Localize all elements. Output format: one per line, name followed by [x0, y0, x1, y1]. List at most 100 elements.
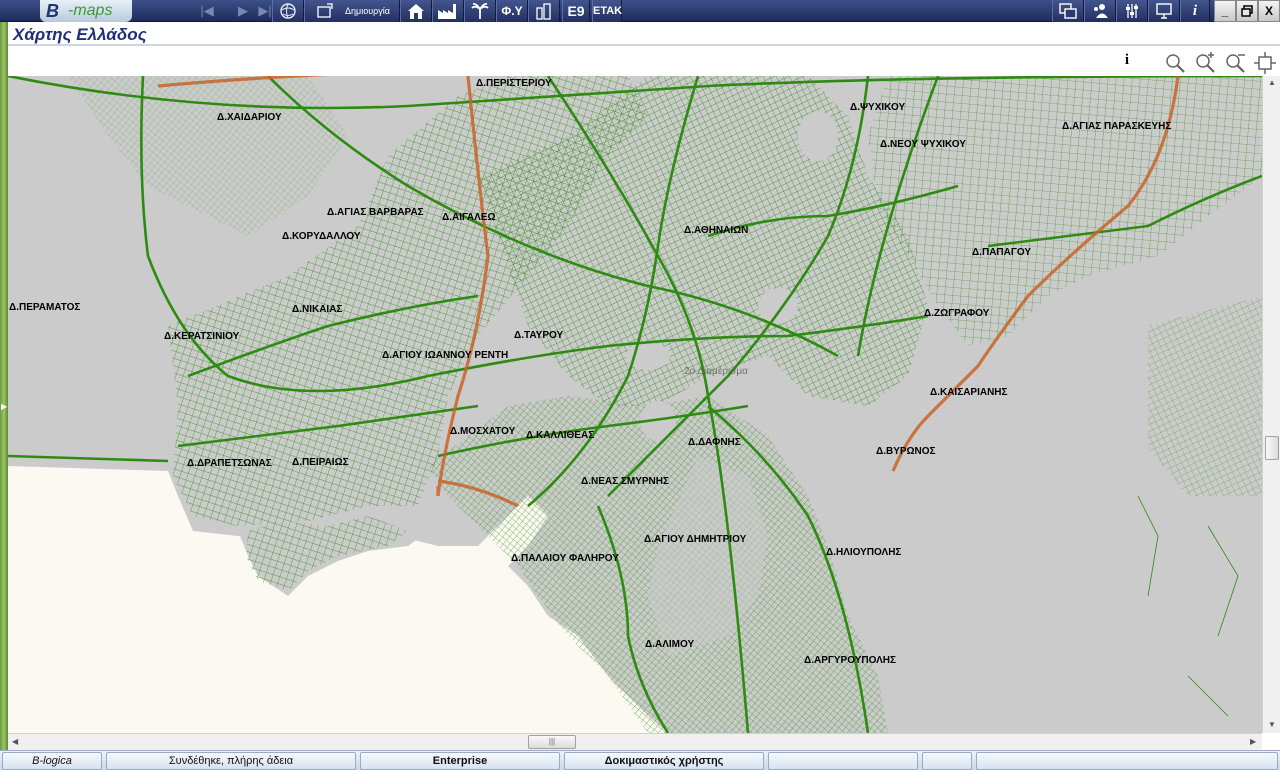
page-title: Χάρτης Ελλάδος [13, 25, 147, 44]
map-label: Δ.ΑΓΙΟΥ ΔΗΜΗΤΡΙΟΥ [644, 534, 747, 545]
map-label: Δ.ΑΙΓΑΛΕΩ [442, 212, 496, 223]
map-label: Δ.ΚΑΙΣΑΡΙΑΝΗΣ [930, 387, 1008, 398]
map-label: Δ.ΑΓΙΑΣ ΠΑΡΑΣΚΕΥΗΣ [1062, 121, 1172, 132]
zoom-button[interactable] [1164, 52, 1186, 74]
home-button[interactable] [400, 0, 432, 22]
logo-prefix: B [46, 1, 59, 21]
globe-button[interactable] [272, 0, 304, 22]
e9-button[interactable]: E9 [562, 0, 590, 22]
buildings-button[interactable] [528, 0, 560, 22]
fy-button[interactable]: Φ.Υ [496, 0, 528, 22]
map-canvas[interactable]: Δ.ΠΕΡΙΣΤΕΡΙΟΥ Δ.ΧΑΙΔΑΡΙΟΥ Δ.ΨΥΧΙΚΟΥ Δ.ΑΓ… [8, 76, 1262, 733]
windows-button[interactable] [1052, 0, 1084, 22]
user-status: Δοκιμαστικός χρήστης [564, 752, 764, 770]
map-label: Δ.ΤΑΥΡΟΥ [514, 330, 564, 341]
zoom-in-icon [1196, 52, 1215, 73]
restore-button[interactable] [1236, 0, 1258, 22]
users-button[interactable] [1084, 0, 1116, 22]
monitor-icon [1156, 3, 1172, 19]
status-cell [768, 752, 918, 770]
new-document-icon [317, 3, 333, 18]
monitor-button[interactable] [1148, 0, 1180, 22]
scroll-down-icon[interactable]: ▼ [1268, 720, 1276, 729]
map-info-label: i [1124, 52, 1130, 68]
vertical-scrollbar[interactable]: ▲ ▼ [1262, 76, 1280, 733]
create-label: Δημιουργία [345, 6, 390, 16]
map-graphics [8, 76, 1262, 733]
map-label: Δ.ΚΕΡΑΤΣΙΝΙΟΥ [164, 331, 240, 342]
map-label: Δ.ΗΛΙΟΥΠΟΛΗΣ [826, 547, 902, 558]
tools-button[interactable] [1116, 0, 1148, 22]
urban-grid-northwest [68, 76, 348, 236]
etak-label: ΕΤΑΚ [593, 5, 623, 17]
map-toolbar: i [8, 48, 1280, 76]
map-label: Δ.ΠΕΡΑΜΑΤΟΣ [9, 302, 81, 313]
palm-tree-icon [471, 2, 489, 19]
factory-button[interactable] [432, 0, 464, 22]
fy-label: Φ.Υ [501, 4, 523, 18]
side-panel-handle[interactable]: ▶ [0, 22, 8, 750]
map-label: Δ.ΚΟΡΥΔΑΛΛΟΥ [282, 231, 361, 242]
full-extent-icon [1254, 52, 1276, 74]
expand-arrow-icon[interactable]: ▶ [1, 402, 7, 411]
map-label: Δ.ΠΕΡΙΣΤΕΡΙΟΥ [476, 78, 552, 89]
windows-icon [1059, 3, 1077, 19]
buildings-icon [536, 3, 551, 20]
horizontal-scrollbar[interactable]: ◀ ||| ▶ [8, 733, 1262, 750]
user-label: Δοκιμαστικός χρήστης [604, 755, 724, 767]
horizontal-scroll-thumb[interactable]: ||| [528, 735, 576, 749]
app-window: B -maps |◀ ▶ ▶| Δημιουργία Φ.Υ E9 ΕΤΑΚ i… [0, 0, 1280, 770]
next-icon[interactable]: ▶ [232, 0, 254, 22]
hymettus-roads [1137, 495, 1239, 717]
status-cell [976, 752, 1278, 770]
magnifier-icon [1166, 54, 1185, 73]
create-button[interactable]: Δημιουργία [304, 0, 400, 22]
connection-label: Συνδέθηκε, πλήρης άδεια [168, 755, 294, 767]
map-label: Δ.ΑΘΗΝΑΙΩΝ [684, 225, 749, 236]
zoom-in-button[interactable] [1194, 52, 1216, 74]
zoom-out-button[interactable] [1224, 52, 1246, 74]
hymettus-mountain [878, 296, 1148, 733]
close-button[interactable]: X [1258, 0, 1280, 22]
map-label: Δ.ΠΑΛΑΙΟΥ ΦΑΛΗΡΟΥ [511, 553, 619, 564]
hill-area [798, 111, 838, 161]
minimize-label: _ [1221, 4, 1229, 18]
e9-label: E9 [567, 3, 585, 19]
map-label: Δ.ΝΕΑΣ ΣΜΥΡΝΗΣ [581, 476, 669, 487]
full-extent-button[interactable] [1254, 52, 1276, 74]
scroll-up-icon[interactable]: ▲ [1268, 78, 1276, 87]
close-label: X [1264, 4, 1273, 18]
scroll-right-icon[interactable]: ▶ [1250, 737, 1256, 746]
map-label: Δ.ΚΑΛΛΙΘΕΑΣ [526, 430, 595, 441]
map-label: Δ.ΝΕΟΥ ΨΥΧΙΚΟΥ [880, 139, 966, 150]
factory-icon [438, 4, 456, 19]
users-icon [1094, 4, 1108, 18]
status-bar: B-logica Συνδέθηκε, πλήρης άδεια Enterpr… [0, 750, 1280, 770]
etak-button[interactable]: ΕΤΑΚ [592, 0, 622, 22]
sliders-icon [1126, 4, 1138, 18]
minimize-button[interactable]: _ [1214, 0, 1236, 22]
map-label: Δ.ΖΩΓΡΑΦΟΥ [924, 308, 990, 319]
map-label: Δ.ΠΑΠΑΓΟΥ [972, 247, 1032, 258]
map-info-button[interactable]: i [1116, 52, 1138, 74]
edition-label: Enterprise [432, 755, 488, 767]
map-label: Δ.ΝΙΚΑΙΑΣ [292, 304, 343, 315]
map-label: Δ.ΑΡΓΥΡΟΥΠΟΛΗΣ [804, 655, 897, 666]
company-badge: B-logica [2, 752, 102, 770]
status-cell [922, 752, 972, 770]
main-toolbar: B -maps |◀ ▶ ▶| Δημιουργία Φ.Υ E9 ΕΤΑΚ i… [0, 0, 1280, 22]
first-page-icon[interactable]: |◀ [196, 0, 218, 22]
vertical-scroll-thumb[interactable] [1265, 436, 1279, 460]
scroll-left-icon[interactable]: ◀ [12, 737, 18, 746]
page-header: Χάρτης Ελλάδος [8, 22, 1280, 46]
home-icon [408, 4, 424, 19]
map-sublabel: 2ο Διαμέρισμα [684, 366, 748, 377]
map-label: Δ.ΑΓΙΟΥ ΙΩΑΝΝΟΥ ΡΕΝΤΗ [382, 350, 509, 361]
map-label: Δ.ΜΟΣΧΑΤΟΥ [450, 426, 516, 437]
globe-icon [280, 3, 296, 19]
info-label: i [1192, 3, 1198, 19]
tree-button[interactable] [464, 0, 496, 22]
info-button[interactable]: i [1180, 0, 1210, 22]
map-label: Δ.ΑΛΙΜΟΥ [645, 639, 695, 650]
connection-status: Συνδέθηκε, πλήρης άδεια [106, 752, 356, 770]
